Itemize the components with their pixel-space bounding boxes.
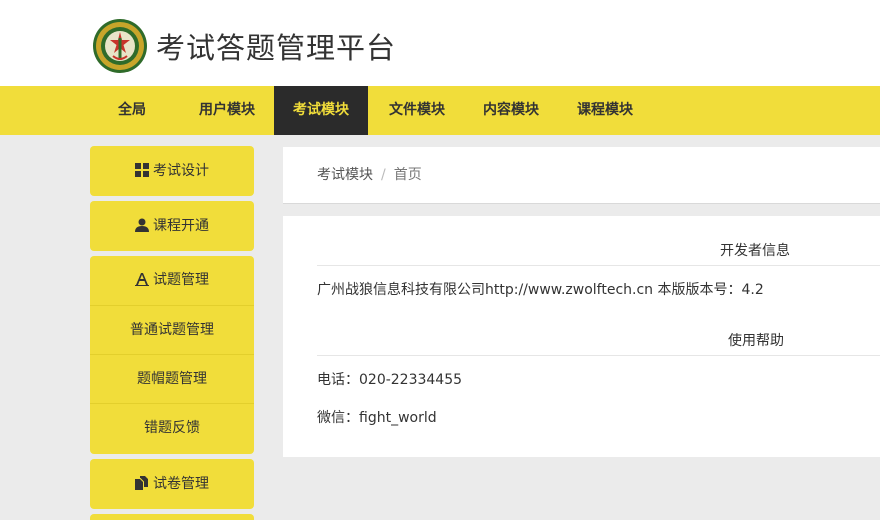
sidebar-item-question-mgmt[interactable]: 试题管理: [90, 256, 254, 305]
sidebar-item-course-open[interactable]: 课程开通: [90, 201, 254, 251]
sidebar-item-label: 试卷管理: [153, 476, 209, 492]
nav-item-file-module[interactable]: 文件模块: [372, 86, 462, 135]
phone-text: 电话：020-22334455: [317, 372, 463, 388]
help-heading: 使用帮助: [317, 326, 880, 356]
site-title: 考试答题管理平台: [156, 31, 397, 65]
sidebar-item-paper-mgmt[interactable]: 试卷管理: [90, 459, 254, 509]
nav-item-user-module[interactable]: 用户模块: [182, 86, 272, 135]
nav-item-content-module[interactable]: 内容模块: [466, 86, 556, 135]
breadcrumb-separator: /: [381, 167, 386, 183]
sidebar-item-label: 试题管理: [153, 272, 209, 288]
developer-info-heading: 开发者信息: [317, 236, 880, 266]
wechat-text: 微信：fight_world: [317, 410, 437, 426]
font-icon: [135, 273, 149, 286]
breadcrumb-module-link[interactable]: 考试模块: [317, 167, 373, 183]
sidebar-item-label: 课程开通: [153, 218, 209, 234]
grid-icon: [135, 163, 149, 177]
copy-icon: [135, 476, 148, 490]
breadcrumb-current: 首页: [393, 167, 422, 183]
help-heading-text: 使用帮助: [728, 333, 784, 349]
sidebar-subitem-normal-questions[interactable]: 普通试题管理: [90, 305, 254, 354]
sidebar-group-question-mgmt: 试题管理 普通试题管理 题帽题管理 错题反馈: [90, 256, 254, 454]
sidebar-subitem-error-feedback[interactable]: 错题反馈: [90, 403, 254, 452]
sidebar-item-exam-design[interactable]: 考试设计: [90, 146, 254, 196]
sidebar-subitem-cap-questions[interactable]: 题帽题管理: [90, 354, 254, 403]
nav-item-exam-module[interactable]: 考试模块: [274, 86, 368, 135]
header: 考试答题管理平台: [0, 0, 880, 86]
top-nav: 全局 用户模块 考试模块 文件模块 内容模块 课程模块: [0, 86, 880, 135]
sidebar-item-label: 考试设计: [153, 163, 209, 179]
sidebar-item-partial[interactable]: [90, 514, 254, 520]
nav-item-course-module[interactable]: 课程模块: [560, 86, 650, 135]
user-icon: [135, 218, 149, 232]
breadcrumb: 考试模块 / 首页: [317, 165, 422, 185]
developer-info-text: 广州战狼信息科技有限公司http://www.zwolftech.cn 本版版本…: [317, 282, 764, 298]
breadcrumb-panel: 考试模块 / 首页: [283, 147, 880, 204]
logo-emblem-icon[interactable]: [92, 18, 148, 74]
nav-item-global[interactable]: 全局: [96, 86, 168, 135]
info-panel: 开发者信息 广州战狼信息科技有限公司http://www.zwolftech.c…: [283, 216, 880, 457]
developer-info-heading-text: 开发者信息: [720, 243, 790, 259]
